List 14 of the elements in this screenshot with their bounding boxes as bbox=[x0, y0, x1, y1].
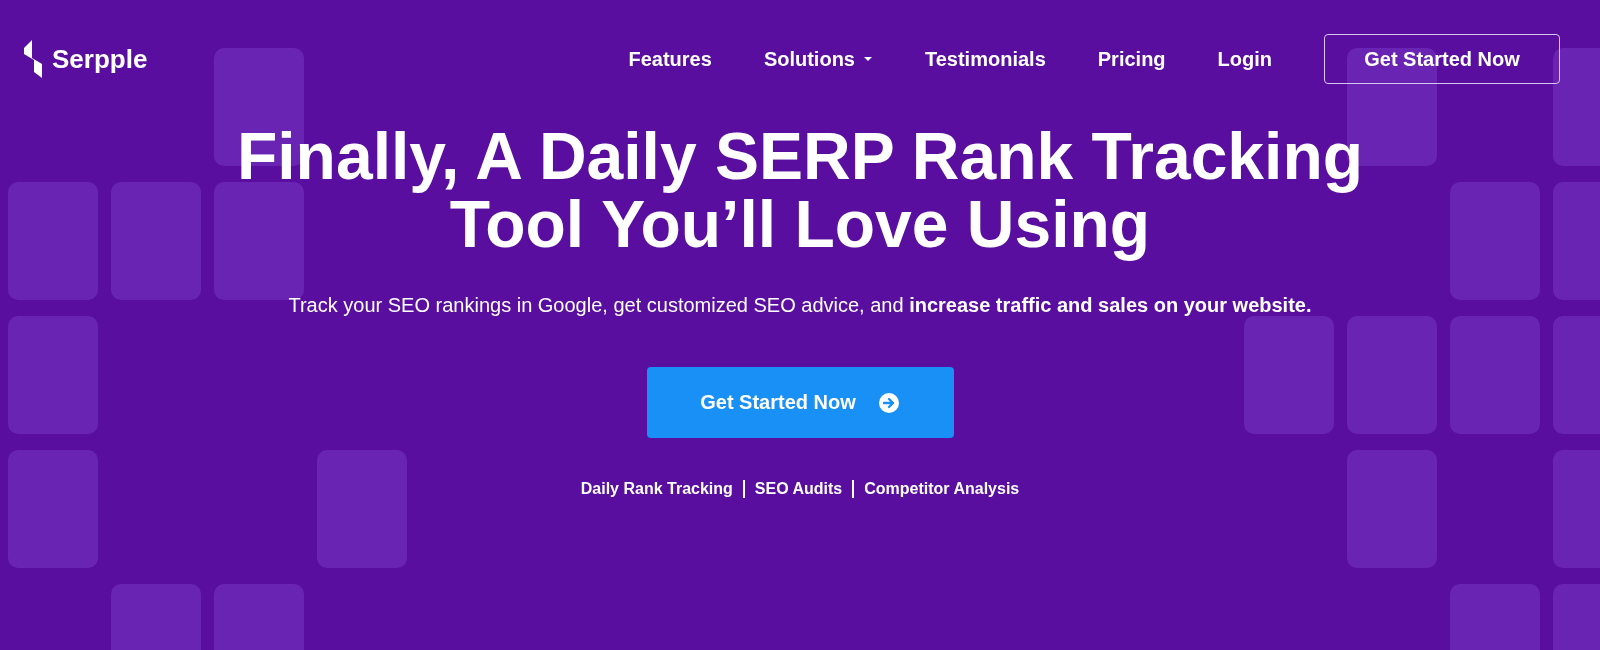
subtitle: Track your SEO rankings in Google, get customized SEO advice, and increase traffic and sales on your website. bbox=[288, 294, 1312, 317]
logo-icon bbox=[22, 38, 44, 80]
caret-icon bbox=[863, 56, 873, 62]
feature-label: SEO Audits bbox=[742, 480, 853, 498]
arrow-circle-icon bbox=[877, 391, 900, 414]
get-started-button[interactable]: Get Started Now bbox=[1324, 34, 1560, 84]
logo-text: Serpple bbox=[52, 43, 148, 75]
feature-label: Daily Rank Tracking bbox=[579, 480, 734, 498]
nav-link[interactable]: Testimonials bbox=[925, 47, 1046, 71]
nav-link[interactable]: Features bbox=[628, 47, 712, 71]
nav-link[interactable]: Login bbox=[1217, 47, 1272, 71]
nav-link[interactable]: Solutions bbox=[763, 47, 873, 71]
nav-link[interactable]: Pricing bbox=[1097, 47, 1166, 71]
feature-label: Competitor Analysis bbox=[852, 480, 1030, 498]
